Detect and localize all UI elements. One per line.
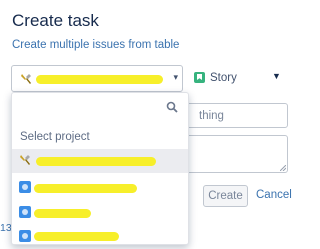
project-avatar-icon bbox=[19, 181, 31, 193]
redacted-project-name bbox=[34, 209, 91, 218]
background-text-fragment: 13 bbox=[0, 222, 12, 234]
redacted-project-name bbox=[36, 75, 163, 84]
project-option[interactable] bbox=[12, 176, 188, 200]
issue-type-label: Story bbox=[210, 72, 237, 84]
issue-type-select[interactable]: Story ▼ bbox=[186, 65, 284, 92]
story-icon bbox=[194, 72, 205, 83]
create-multiple-issues-link[interactable]: Create multiple issues from table bbox=[12, 39, 179, 51]
project-avatar-icon bbox=[19, 230, 31, 242]
wrench-icon bbox=[20, 155, 30, 165]
project-select[interactable]: ▾ bbox=[11, 65, 183, 92]
project-option[interactable] bbox=[12, 149, 188, 173]
project-dropdown: Select project bbox=[11, 92, 189, 245]
cancel-link[interactable]: Cancel bbox=[256, 189, 292, 201]
summary-input[interactable] bbox=[186, 103, 288, 128]
project-option[interactable] bbox=[12, 201, 188, 225]
search-icon[interactable] bbox=[166, 101, 178, 113]
dialog-title: Create task bbox=[12, 11, 99, 30]
resize-grip-icon[interactable] bbox=[280, 165, 286, 171]
redacted-project-name bbox=[34, 184, 137, 193]
description-field[interactable] bbox=[186, 135, 288, 173]
project-avatar-icon bbox=[19, 206, 31, 218]
project-option[interactable] bbox=[12, 225, 188, 249]
redacted-project-name bbox=[36, 157, 156, 166]
chevron-down-icon: ▾ bbox=[173, 72, 178, 82]
redacted-project-name bbox=[34, 232, 119, 241]
dropdown-heading: Select project bbox=[20, 131, 90, 143]
create-button[interactable]: Create bbox=[203, 185, 248, 207]
chevron-down-icon: ▼ bbox=[272, 71, 281, 81]
wrench-icon bbox=[21, 74, 31, 84]
